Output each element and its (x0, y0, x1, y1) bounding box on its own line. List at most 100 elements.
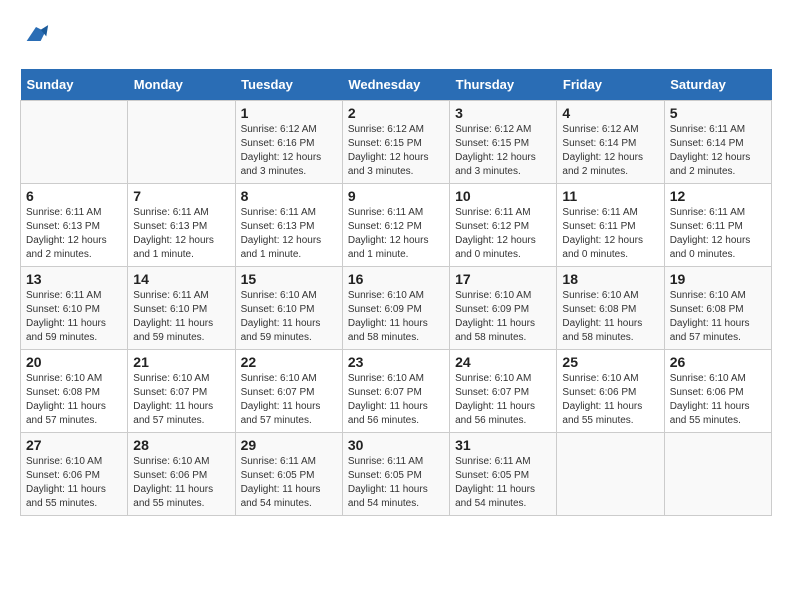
day-info: Sunrise: 6:10 AMSunset: 6:06 PMDaylight:… (26, 455, 122, 511)
calendar-cell: 27 Sunrise: 6:10 AMSunset: 6:06 PMDayligh… (21, 432, 128, 515)
calendar-cell: 7 Sunrise: 6:11 AMSunset: 6:13 PMDaylight… (128, 183, 235, 266)
calendar-cell: 12 Sunrise: 6:11 AMSunset: 6:11 PMDayligh… (664, 183, 771, 266)
calendar-cell: 21 Sunrise: 6:10 AMSunset: 6:07 PMDayligh… (128, 349, 235, 432)
calendar-cell: 13 Sunrise: 6:11 AMSunset: 6:10 PMDayligh… (21, 266, 128, 349)
day-info: Sunrise: 6:12 AMSunset: 6:14 PMDaylight:… (562, 123, 658, 179)
calendar-week-row: 1 Sunrise: 6:12 AMSunset: 6:16 PMDaylight… (21, 100, 772, 183)
day-info: Sunrise: 6:10 AMSunset: 6:06 PMDaylight:… (133, 455, 229, 511)
day-number: 27 (26, 437, 122, 453)
logo-text (20, 20, 50, 53)
calendar-cell: 17Sunrise: 6:10 AMSunset: 6:09 PMDayligh… (450, 266, 557, 349)
calendar-table: SundayMondayTuesdayWednesdayThursdayFrid… (20, 69, 772, 516)
day-info: Sunrise: 6:10 AMSunset: 6:08 PMDaylight:… (26, 372, 122, 428)
day-info: Sunrise: 6:10 AMSunset: 6:07 PMDaylight:… (348, 372, 444, 428)
day-number: 25 (562, 354, 658, 370)
calendar-cell: 29Sunrise: 6:11 AMSunset: 6:05 PMDayligh… (235, 432, 342, 515)
day-number: 11 (562, 188, 658, 204)
day-info: Sunrise: 6:11 AMSunset: 6:13 PMDaylight:… (26, 206, 122, 262)
day-number: 9 (348, 188, 444, 204)
day-info: Sunrise: 6:10 AMSunset: 6:09 PMDaylight:… (455, 289, 551, 345)
logo (20, 20, 50, 53)
day-info: Sunrise: 6:11 AMSunset: 6:10 PMDaylight:… (133, 289, 229, 345)
day-info: Sunrise: 6:10 AMSunset: 6:08 PMDaylight:… (562, 289, 658, 345)
calendar-cell: 28 Sunrise: 6:10 AMSunset: 6:06 PMDayligh… (128, 432, 235, 515)
calendar-cell (128, 100, 235, 183)
day-number: 20 (26, 354, 122, 370)
weekday-header-monday: Monday (128, 69, 235, 101)
day-info: Sunrise: 6:11 AMSunset: 6:13 PMDaylight:… (241, 206, 337, 262)
day-info: Sunrise: 6:10 AMSunset: 6:10 PMDaylight:… (241, 289, 337, 345)
day-number: 7 (133, 188, 229, 204)
day-info: Sunrise: 6:11 AMSunset: 6:10 PMDaylight:… (26, 289, 122, 345)
calendar-cell: 5 Sunrise: 6:11 AMSunset: 6:14 PMDaylight… (664, 100, 771, 183)
calendar-cell: 26 Sunrise: 6:10 AMSunset: 6:06 PMDayligh… (664, 349, 771, 432)
weekday-header-tuesday: Tuesday (235, 69, 342, 101)
day-info: Sunrise: 6:10 AMSunset: 6:07 PMDaylight:… (455, 372, 551, 428)
calendar-cell (664, 432, 771, 515)
day-number: 22 (241, 354, 337, 370)
day-number: 1 (241, 105, 337, 121)
day-number: 12 (670, 188, 766, 204)
calendar-cell: 24 Sunrise: 6:10 AMSunset: 6:07 PMDayligh… (450, 349, 557, 432)
weekday-header-thursday: Thursday (450, 69, 557, 101)
day-info: Sunrise: 6:12 AMSunset: 6:16 PMDaylight:… (241, 123, 337, 179)
day-number: 19 (670, 271, 766, 287)
calendar-cell: 14 Sunrise: 6:11 AMSunset: 6:10 PMDayligh… (128, 266, 235, 349)
logo-icon (22, 20, 50, 48)
calendar-cell: 9 Sunrise: 6:11 AMSunset: 6:12 PMDaylight… (342, 183, 449, 266)
weekday-header-friday: Friday (557, 69, 664, 101)
page-header (20, 20, 772, 53)
calendar-cell: 3 Sunrise: 6:12 AMSunset: 6:15 PMDaylight… (450, 100, 557, 183)
calendar-cell: 30Sunrise: 6:11 AMSunset: 6:05 PMDayligh… (342, 432, 449, 515)
day-number: 14 (133, 271, 229, 287)
calendar-cell: 11 Sunrise: 6:11 AMSunset: 6:11 PMDayligh… (557, 183, 664, 266)
calendar-week-row: 20 Sunrise: 6:10 AMSunset: 6:08 PMDayligh… (21, 349, 772, 432)
day-number: 29 (241, 437, 337, 453)
weekday-header-wednesday: Wednesday (342, 69, 449, 101)
day-info: Sunrise: 6:11 AMSunset: 6:11 PMDaylight:… (670, 206, 766, 262)
day-info: Sunrise: 6:10 AMSunset: 6:08 PMDaylight:… (670, 289, 766, 345)
day-number: 3 (455, 105, 551, 121)
calendar-cell: 31 Sunrise: 6:11 AMSunset: 6:05 PMDayligh… (450, 432, 557, 515)
day-number: 26 (670, 354, 766, 370)
calendar-cell (557, 432, 664, 515)
day-number: 13 (26, 271, 122, 287)
day-number: 28 (133, 437, 229, 453)
day-info: Sunrise: 6:11 AMSunset: 6:05 PMDaylight:… (455, 455, 551, 511)
day-info: Sunrise: 6:11 AMSunset: 6:13 PMDaylight:… (133, 206, 229, 262)
day-info: Sunrise: 6:11 AMSunset: 6:14 PMDaylight:… (670, 123, 766, 179)
day-info: Sunrise: 6:10 AMSunset: 6:09 PMDaylight:… (348, 289, 444, 345)
day-info: Sunrise: 6:11 AMSunset: 6:11 PMDaylight:… (562, 206, 658, 262)
day-number: 24 (455, 354, 551, 370)
day-number: 30 (348, 437, 444, 453)
day-number: 21 (133, 354, 229, 370)
day-info: Sunrise: 6:11 AMSunset: 6:12 PMDaylight:… (348, 206, 444, 262)
day-info: Sunrise: 6:12 AMSunset: 6:15 PMDaylight:… (455, 123, 551, 179)
calendar-cell: 20 Sunrise: 6:10 AMSunset: 6:08 PMDayligh… (21, 349, 128, 432)
calendar-cell: 15 Sunrise: 6:10 AMSunset: 6:10 PMDayligh… (235, 266, 342, 349)
calendar-cell: 6 Sunrise: 6:11 AMSunset: 6:13 PMDaylight… (21, 183, 128, 266)
day-number: 16 (348, 271, 444, 287)
calendar-cell: 8Sunrise: 6:11 AMSunset: 6:13 PMDaylight… (235, 183, 342, 266)
calendar-cell: 18 Sunrise: 6:10 AMSunset: 6:08 PMDayligh… (557, 266, 664, 349)
calendar-cell: 19 Sunrise: 6:10 AMSunset: 6:08 PMDayligh… (664, 266, 771, 349)
weekday-header-saturday: Saturday (664, 69, 771, 101)
calendar-cell: 23Sunrise: 6:10 AMSunset: 6:07 PMDayligh… (342, 349, 449, 432)
calendar-cell: 4Sunrise: 6:12 AMSunset: 6:14 PMDaylight… (557, 100, 664, 183)
calendar-cell: 16 Sunrise: 6:10 AMSunset: 6:09 PMDayligh… (342, 266, 449, 349)
calendar-week-row: 6 Sunrise: 6:11 AMSunset: 6:13 PMDaylight… (21, 183, 772, 266)
day-info: Sunrise: 6:10 AMSunset: 6:06 PMDaylight:… (670, 372, 766, 428)
day-number: 31 (455, 437, 551, 453)
day-number: 18 (562, 271, 658, 287)
day-info: Sunrise: 6:11 AMSunset: 6:12 PMDaylight:… (455, 206, 551, 262)
day-number: 6 (26, 188, 122, 204)
weekday-header-sunday: Sunday (21, 69, 128, 101)
day-info: Sunrise: 6:12 AMSunset: 6:15 PMDaylight:… (348, 123, 444, 179)
calendar-cell: 2Sunrise: 6:12 AMSunset: 6:15 PMDaylight… (342, 100, 449, 183)
day-number: 5 (670, 105, 766, 121)
day-number: 15 (241, 271, 337, 287)
day-info: Sunrise: 6:10 AMSunset: 6:07 PMDaylight:… (133, 372, 229, 428)
calendar-cell: 22Sunrise: 6:10 AMSunset: 6:07 PMDayligh… (235, 349, 342, 432)
calendar-cell (21, 100, 128, 183)
calendar-cell: 1 Sunrise: 6:12 AMSunset: 6:16 PMDaylight… (235, 100, 342, 183)
